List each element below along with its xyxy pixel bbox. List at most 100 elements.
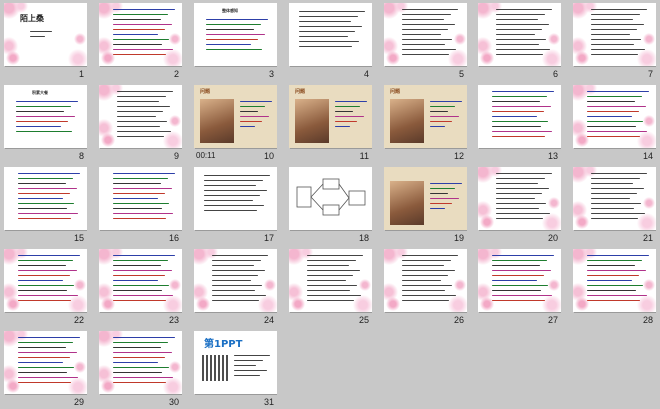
text-line xyxy=(587,260,642,262)
slide-number: 2 xyxy=(173,69,179,79)
text-line xyxy=(496,193,542,195)
slide-header: 问题 xyxy=(390,89,401,95)
text-line xyxy=(113,377,173,379)
slide-number: 12 xyxy=(453,151,464,161)
slide-number: 6 xyxy=(552,69,558,79)
slide-thumbnail[interactable]: 7 xyxy=(573,3,656,81)
text-line xyxy=(18,208,67,210)
slide-thumbnail[interactable]: 14 xyxy=(573,85,656,163)
text-line xyxy=(113,44,162,46)
text-line xyxy=(402,24,455,26)
slide-thumbnail[interactable]: 问题 10 00:11 xyxy=(194,85,277,163)
text-line xyxy=(496,24,549,26)
text-line xyxy=(18,203,74,205)
slide-preview xyxy=(573,85,656,148)
text-line xyxy=(18,218,71,220)
slide-thumbnail[interactable]: 15 xyxy=(4,167,87,245)
slide-thumbnail[interactable]: 16 xyxy=(99,167,182,245)
text-line xyxy=(492,91,554,93)
text-line xyxy=(18,193,70,195)
text-line xyxy=(496,44,539,46)
text-line xyxy=(496,183,538,185)
text-line xyxy=(492,136,545,138)
slide-thumbnail[interactable]: 30 xyxy=(99,331,182,409)
blossom-decoration xyxy=(548,33,560,45)
slide-thumbnail[interactable]: 2 xyxy=(99,3,182,81)
blossom-decoration xyxy=(291,297,305,311)
text-line xyxy=(307,275,353,277)
text-line xyxy=(240,111,258,113)
slide-thumbnail[interactable]: 19 xyxy=(384,167,467,245)
text-line xyxy=(587,275,639,277)
text-line xyxy=(591,203,641,205)
blossom-decoration xyxy=(394,249,408,259)
slide-number: 20 xyxy=(547,233,558,243)
slide-thumbnail[interactable]: 24 xyxy=(194,249,277,327)
text-line xyxy=(18,270,77,272)
slide-thumbnail[interactable]: 22 xyxy=(4,249,87,327)
slide-thumbnail[interactable]: 整体感知 3 xyxy=(194,3,277,81)
slide-preview xyxy=(4,167,87,230)
text-line xyxy=(299,46,352,48)
slide-thumbnail[interactable]: 17 xyxy=(194,167,277,245)
slide-thumbnail[interactable]: 23 xyxy=(99,249,182,327)
slide-preview: 积累大餐 xyxy=(4,85,87,148)
text-line xyxy=(335,106,360,108)
text-line xyxy=(113,372,162,374)
text-line xyxy=(430,106,455,108)
text-line xyxy=(402,9,458,11)
text-line xyxy=(206,39,258,41)
blossom-decoration xyxy=(637,131,656,148)
text-line xyxy=(113,34,158,36)
text-line xyxy=(299,16,358,18)
text-line xyxy=(591,173,647,175)
text-line xyxy=(591,218,638,220)
slide-thumbnail[interactable]: 问题 12 xyxy=(384,85,467,163)
text-line xyxy=(496,218,543,220)
text-line xyxy=(587,270,646,272)
text-line xyxy=(113,19,161,21)
slide-preview xyxy=(4,249,87,312)
text-line xyxy=(402,300,449,302)
structure-diagram xyxy=(296,178,366,216)
slide-number: 19 xyxy=(453,233,464,243)
slide-thumbnail[interactable]: 9 xyxy=(99,85,182,163)
slide-thumbnail[interactable]: 21 xyxy=(573,167,656,245)
slide-thumbnail[interactable]: 28 xyxy=(573,249,656,327)
text-line xyxy=(402,260,451,262)
slide-thumbnail[interactable]: 13 xyxy=(478,85,561,163)
slide-thumbnail[interactable]: 4 xyxy=(289,3,372,81)
slide-preview xyxy=(478,85,561,148)
text-line xyxy=(402,14,451,16)
slide-thumbnail[interactable]: 5 xyxy=(384,3,467,81)
slide-thumbnail[interactable]: 积累大餐 8 xyxy=(4,85,87,163)
blossom-decoration xyxy=(480,215,494,229)
slide-thumbnail[interactable]: 6 xyxy=(478,3,561,81)
slide-thumbnail[interactable]: 27 xyxy=(478,249,561,327)
blossom-decoration xyxy=(101,133,115,147)
text-line xyxy=(113,193,165,195)
text-line xyxy=(492,260,547,262)
text-line xyxy=(430,203,452,205)
text-line xyxy=(591,24,644,26)
text-line xyxy=(492,131,552,133)
slide-thumbnail[interactable]: 陌上桑 1 xyxy=(4,3,87,81)
text-line xyxy=(430,198,459,200)
slide-thumbnail[interactable]: 第1PPT 31 xyxy=(194,331,277,409)
blossom-decoration xyxy=(448,295,467,312)
text-line xyxy=(113,265,161,267)
slide-preview xyxy=(289,249,372,312)
text-line xyxy=(204,180,263,182)
blossom-decoration xyxy=(637,49,656,66)
slide-preview xyxy=(194,167,277,230)
slide-preview xyxy=(99,249,182,312)
slide-thumbnail[interactable]: 问题 11 xyxy=(289,85,372,163)
slide-thumbnail[interactable]: 26 xyxy=(384,249,467,327)
slide-thumbnail[interactable]: 25 xyxy=(289,249,372,327)
slide-number: 28 xyxy=(642,315,653,325)
slide-thumbnail[interactable]: 29 xyxy=(4,331,87,409)
text-line xyxy=(206,44,251,46)
slide-thumbnail[interactable]: 20 xyxy=(478,167,561,245)
slide-thumbnail[interactable]: 18 xyxy=(289,167,372,245)
slide-header: 问题 xyxy=(200,89,211,95)
